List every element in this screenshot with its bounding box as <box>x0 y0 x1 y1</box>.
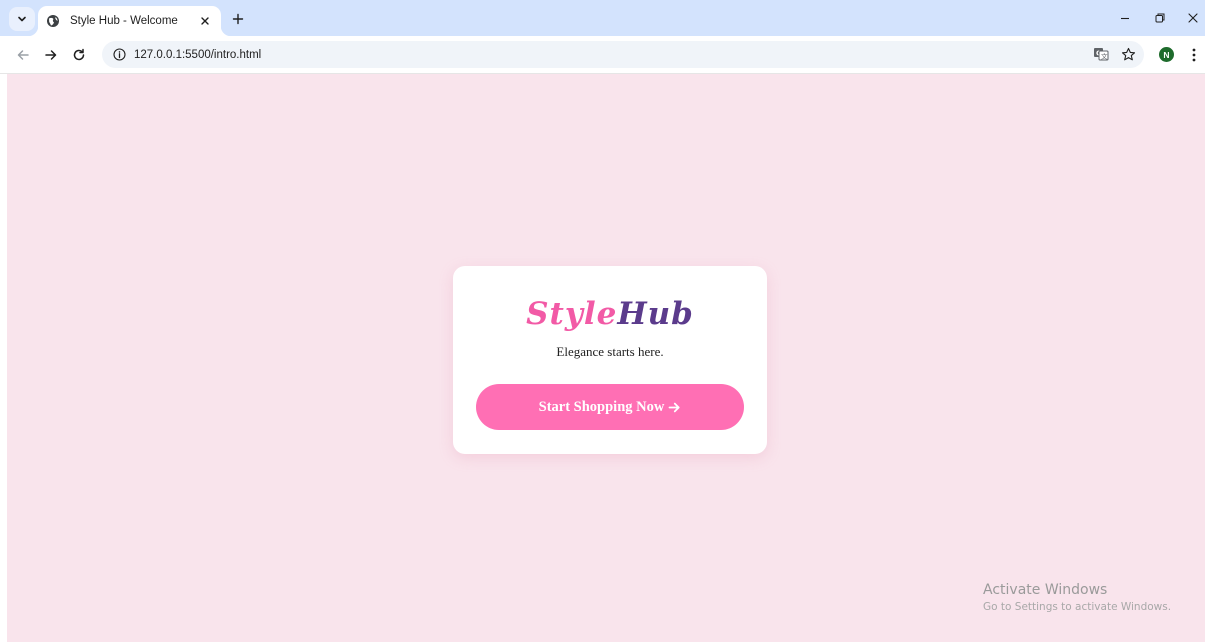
windows-activation-watermark: Activate Windows Go to Settings to activ… <box>983 582 1171 613</box>
kebab-menu-icon <box>1192 48 1196 62</box>
globe-icon <box>46 14 60 28</box>
welcome-card: StyleHub Elegance starts here. Start Sho… <box>453 266 767 454</box>
tagline: Elegance starts here. <box>556 344 664 359</box>
browser-toolbar: 127.0.0.1:5500/intro.html G 文 <box>0 36 1205 74</box>
forward-button[interactable] <box>41 45 61 65</box>
tab-strip: Style Hub - Welcome <box>0 0 1205 36</box>
close-icon <box>201 17 209 25</box>
url-text: 127.0.0.1:5500/intro.html <box>134 48 262 61</box>
arrow-right-icon <box>668 401 681 414</box>
watermark-subtitle: Go to Settings to activate Windows. <box>983 601 1172 613</box>
logo-part-hub: Hub <box>617 296 694 332</box>
tab-title: Style Hub - Welcome <box>70 15 178 27</box>
watermark-title: Activate Windows <box>983 582 1108 598</box>
brand-logo: StyleHub <box>453 296 767 332</box>
svg-text:文: 文 <box>1101 52 1108 61</box>
page-viewport: StyleHub Elegance starts here. Start Sho… <box>7 74 1205 642</box>
close-icon <box>1188 13 1198 23</box>
translate-icon: G 文 <box>1094 48 1109 61</box>
plus-icon <box>232 13 244 25</box>
restore-button[interactable] <box>1150 8 1170 28</box>
tab-active[interactable]: Style Hub - Welcome <box>28 6 231 36</box>
chevron-down-icon <box>18 16 26 22</box>
minimize-icon <box>1121 17 1129 20</box>
new-tab-button[interactable] <box>229 10 247 28</box>
bookmark-button[interactable] <box>1118 44 1138 64</box>
info-icon[interactable] <box>112 48 126 62</box>
arrow-right-icon <box>45 50 57 60</box>
tab-close-button[interactable] <box>197 13 213 29</box>
browser-menu-button[interactable] <box>1186 45 1202 65</box>
reload-icon <box>73 48 85 61</box>
profile-avatar[interactable]: N <box>1159 47 1174 62</box>
back-button[interactable] <box>13 45 33 65</box>
browser-chrome: Style Hub - Welcome 127.0.0.1:5500/intro… <box>0 0 1205 74</box>
logo-part-style: Style <box>526 296 618 332</box>
restore-icon <box>1155 13 1165 23</box>
arrow-left-icon <box>17 50 29 60</box>
address-bar[interactable]: 127.0.0.1:5500/intro.html <box>102 41 1144 68</box>
close-window-button[interactable] <box>1183 8 1203 28</box>
reload-button[interactable] <box>69 45 89 65</box>
translate-button[interactable]: G 文 <box>1091 44 1111 64</box>
star-icon <box>1121 47 1135 60</box>
start-shopping-label: Start Shopping Now <box>538 398 665 415</box>
start-shopping-button[interactable]: Start Shopping Now <box>476 384 744 430</box>
minimize-button[interactable] <box>1115 8 1135 28</box>
